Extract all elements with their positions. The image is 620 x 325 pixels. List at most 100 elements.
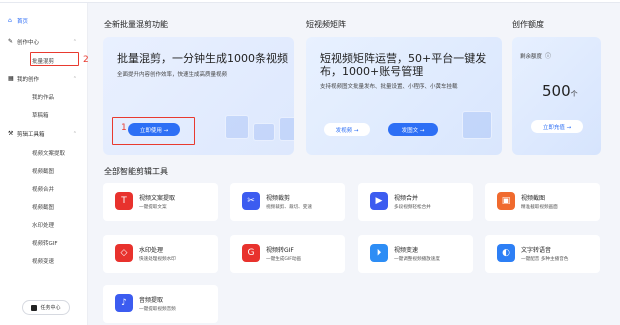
sidebar-item-home[interactable]: ⌂ 首页	[8, 14, 83, 27]
sidebar-item-tool[interactable]: 视频合并	[32, 182, 83, 195]
sidebar-item-label: 草稿箱	[32, 112, 49, 119]
sidebar-item-tool[interactable]: 视频文案提取	[32, 146, 83, 159]
matrix-card-title: 短视频矩阵运营，50+平台一键发布，1000+账号管理	[320, 52, 487, 78]
tool-icon: ⏵	[370, 244, 388, 262]
matrix-card-subtitle: 支持视频图文批量发布、批量设置、小程序、小黄车挂载	[320, 84, 458, 90]
sidebar-item-label: 视频转GIF	[32, 240, 58, 247]
tool-desc: 多段视频轻松合并	[394, 205, 431, 210]
sidebar-item-tool[interactable]: 视频截图	[32, 200, 83, 213]
sidebar-item-my-works[interactable]: 我的作品	[32, 90, 83, 103]
tool-desc: 快速处理视频水印	[139, 257, 176, 262]
quota-unit: 个	[570, 90, 578, 98]
tool-icon: T	[115, 192, 133, 210]
sidebar-item-label: 首页	[17, 18, 29, 25]
post-image-button[interactable]: 发图文 →	[388, 123, 438, 136]
quota-card: 剩余额度 ⓘ 500个 立即充值 →	[512, 37, 601, 155]
sidebar-item-my-creation[interactable]: ▦ 我的创作 ⌃	[8, 72, 83, 85]
sidebar-item-label: 剪辑工具箱	[17, 131, 45, 138]
tool-name: 视频变速	[394, 247, 419, 254]
sidebar-item-label: 视频截图	[32, 168, 55, 175]
chevron-up-icon: ⌃	[72, 130, 77, 137]
sidebar-item-tool[interactable]: 视频截图	[32, 164, 83, 177]
tool-desc: 一键提取文案	[139, 205, 167, 210]
tool-icon: G	[242, 244, 260, 262]
section-title-matrix: 短视频矩阵	[306, 20, 346, 29]
tool-desc: 视频裁剪、裁切、变速	[266, 205, 312, 210]
quota-value: 500	[542, 82, 571, 100]
annotation-number: 1	[121, 123, 127, 133]
quota-label: 剩余额度 ⓘ	[520, 51, 551, 60]
tool-icon: ♪	[115, 294, 133, 312]
tool-icon: ◐	[497, 244, 515, 262]
tool-tile[interactable]: G 视频转GIF 一键生成GIF动画	[230, 235, 345, 273]
tool-tile[interactable]: ♪ 音频提取一键提取视频音频	[103, 285, 218, 323]
chevron-up-icon: ⌃	[72, 38, 77, 45]
tool-tile[interactable]: ⏵ 视频变速一键调整视频播放速度	[358, 235, 473, 273]
tool-name: 视频转GIF	[266, 247, 294, 254]
task-center-label: 任务中心	[40, 305, 61, 311]
tool-tile[interactable]: ◐ 文字转语音一键配音 多种主播音色	[485, 235, 600, 273]
tool-tile[interactable]: T 视频文案提取 一键提取文案	[103, 183, 218, 221]
sidebar-item-label: 视频截图	[32, 204, 55, 211]
highlight-box-sidebar	[30, 52, 79, 66]
tool-name: 视频裁剪	[266, 195, 291, 202]
quota-value-wrap: 500个	[542, 82, 578, 100]
top-bar	[0, 0, 620, 3]
pen-icon: ✎	[8, 38, 14, 45]
section-title-quota: 创作额度	[512, 20, 544, 29]
section-title-batch: 全新批量混剪功能	[104, 20, 168, 29]
sidebar-item-clip-toolbox[interactable]: ⚒ 剪辑工具箱 ⌃	[8, 127, 83, 140]
toolbox-icon: ⚒	[8, 130, 14, 137]
sidebar-item-label: 视频合并	[32, 186, 55, 193]
tool-name: 音频提取	[139, 297, 164, 304]
decor-tile	[253, 123, 275, 141]
tool-name: 视频截图	[521, 195, 546, 202]
sidebar-item-create-center[interactable]: ✎ 创作中心 ⌃	[8, 35, 83, 48]
task-center-button[interactable]: 任务中心	[22, 300, 70, 315]
decor-tile	[225, 115, 249, 139]
help-icon[interactable]: ⓘ	[545, 51, 551, 60]
tool-name: 视频文案提取	[139, 195, 176, 202]
batch-card-title: 批量混剪，一分钟生成1000条视频	[117, 52, 288, 65]
tool-name: 水印处理	[139, 247, 164, 254]
sidebar-item-drafts[interactable]: 草稿箱	[32, 108, 83, 121]
home-icon: ⌂	[8, 17, 12, 24]
decor-tile	[279, 117, 294, 141]
post-video-button[interactable]: 发视频 →	[324, 123, 370, 136]
tool-desc: 一键生成GIF动画	[266, 257, 302, 262]
sidebar-item-label: 我的作品	[32, 94, 55, 101]
tool-icon: ▣	[497, 192, 515, 210]
tool-desc: 精准截取视频画面	[521, 205, 558, 210]
sidebar-item-label: 视频文案提取	[32, 150, 66, 157]
batch-card-subtitle: 全面提升内容创作效率，快速生成高质量视频	[117, 72, 228, 78]
recharge-button[interactable]: 立即充值 →	[531, 120, 583, 133]
tool-desc: 一键配音 多种主播音色	[521, 257, 569, 262]
sidebar-item-label: 创作中心	[17, 39, 40, 46]
sidebar-item-label: 水印处理	[32, 222, 55, 229]
tool-tile[interactable]: ◇ 水印处理快速处理视频水印	[103, 235, 218, 273]
task-icon	[31, 304, 38, 311]
quota-label-text: 剩余额度	[520, 53, 543, 60]
sidebar-item-tool[interactable]: 视频转GIF	[32, 236, 83, 249]
chevron-up-icon: ⌃	[72, 75, 77, 82]
tool-icon: ▶	[370, 192, 388, 210]
sidebar-item-label: 我的创作	[17, 76, 40, 83]
sidebar-item-tool[interactable]: 水印处理	[32, 218, 83, 231]
sidebar-item-label: 视频变速	[32, 258, 55, 265]
tool-tile[interactable]: ▶ 视频合并多段视频轻松合并	[358, 183, 473, 221]
matrix-card: 短视频矩阵运营，50+平台一键发布，1000+账号管理 支持视频图文批量发布、批…	[306, 37, 502, 155]
tool-icon: ◇	[115, 244, 133, 262]
grid-icon: ▦	[8, 75, 14, 82]
tool-name: 视频合并	[394, 195, 419, 202]
tool-name: 文字转语音	[521, 247, 552, 254]
tool-tile[interactable]: ✂ 视频裁剪视频裁剪、裁切、变速	[230, 183, 345, 221]
app-root: ⌂ 首页 ✎ 创作中心 ⌃ 批量混剪 ▦ 我的创作 ⌃ 我的作品 草稿箱 ⚒ 剪…	[0, 0, 620, 325]
tool-tile[interactable]: ▣ 视频截图精准截取视频画面	[485, 183, 600, 221]
tool-icon: ✂	[242, 192, 260, 210]
decor-tile	[462, 111, 492, 139]
annotation-number: 2	[83, 55, 89, 65]
tool-desc: 一键调整视频播放速度	[394, 257, 440, 262]
section-title-tools: 全部智能剪辑工具	[104, 167, 168, 176]
tool-desc: 一键提取视频音频	[139, 307, 176, 312]
sidebar-item-tool[interactable]: 视频变速	[32, 254, 83, 267]
